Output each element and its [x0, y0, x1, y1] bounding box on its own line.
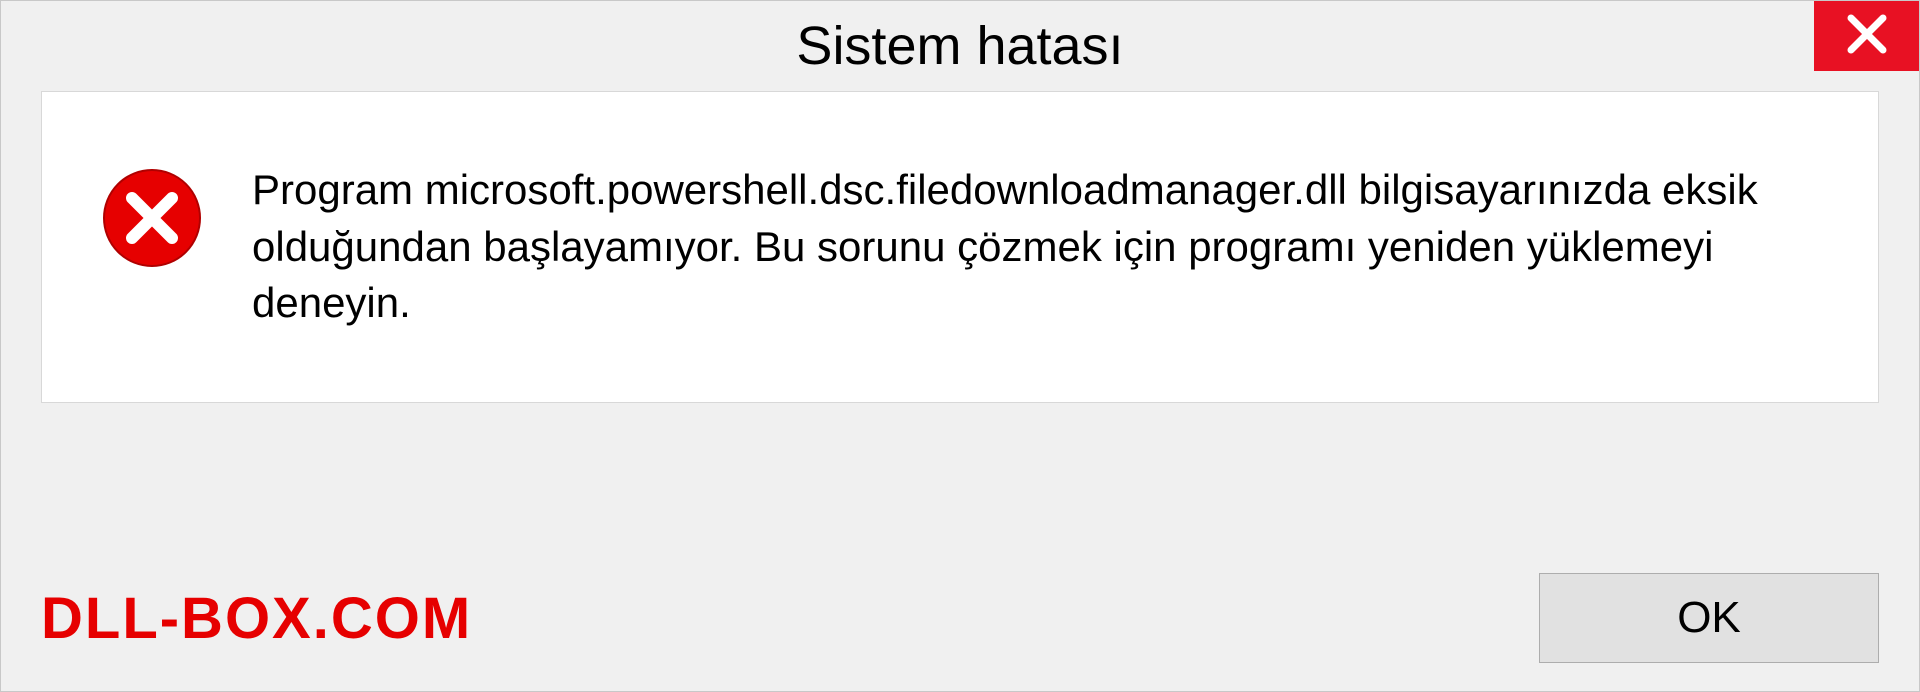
close-button[interactable]: [1814, 1, 1919, 71]
error-icon: [102, 168, 202, 268]
watermark-text: DLL-BOX.COM: [41, 585, 472, 652]
dialog-content: Program microsoft.powershell.dsc.filedow…: [41, 91, 1879, 403]
dialog-title: Sistem hatası: [796, 15, 1123, 77]
ok-button[interactable]: OK: [1539, 573, 1879, 663]
close-icon: [1845, 12, 1889, 61]
title-bar: Sistem hatası: [1, 1, 1919, 91]
dialog-footer: DLL-BOX.COM OK: [41, 573, 1879, 663]
dialog-message: Program microsoft.powershell.dsc.filedow…: [252, 162, 1818, 332]
